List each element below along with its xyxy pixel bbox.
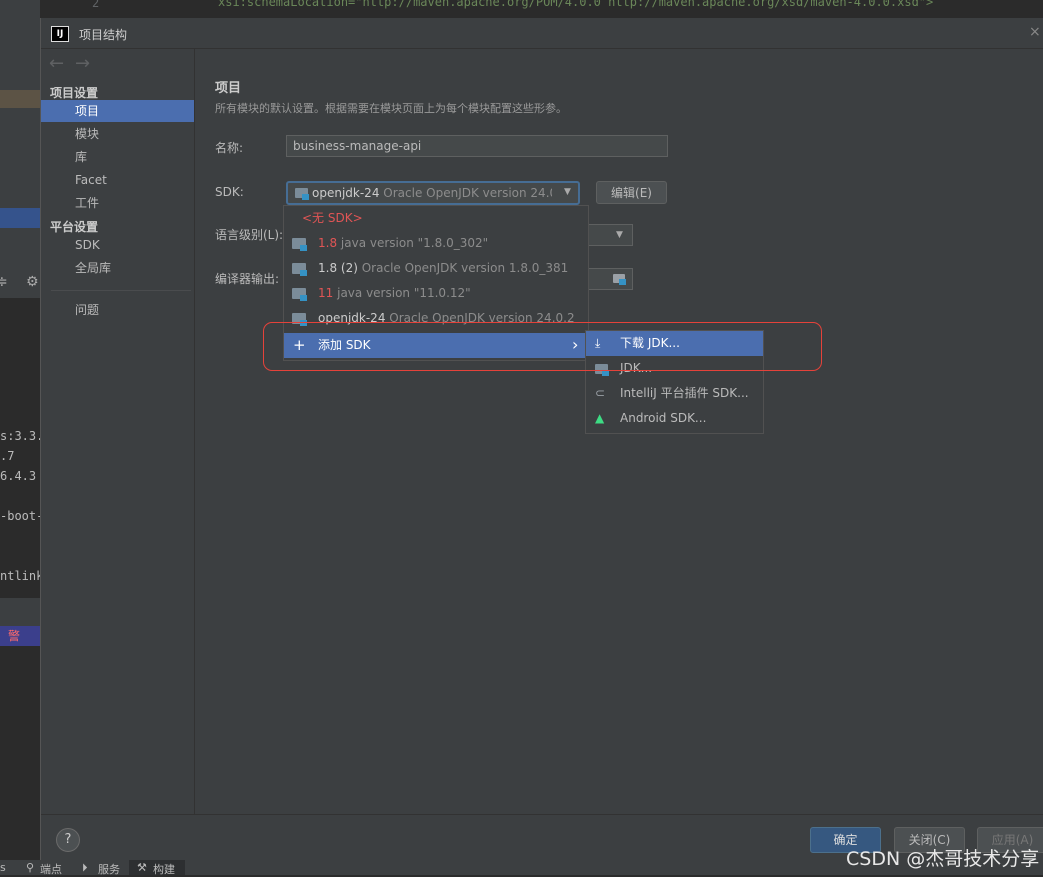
project-settings-header: 项目设置 bbox=[50, 86, 99, 100]
dialog-title: 项目结构 bbox=[79, 28, 128, 42]
sdk-name: openjdk-24 bbox=[312, 186, 380, 200]
help-button[interactable]: ? bbox=[56, 828, 80, 852]
edit-sdk-button[interactable]: 编辑(E) bbox=[596, 181, 667, 204]
sdk-label: SDK: bbox=[215, 185, 244, 199]
forward-arrow-icon[interactable]: → bbox=[75, 53, 90, 74]
watermark-text: CSDN @杰哥技术分享 bbox=[846, 848, 1040, 870]
intellij-app-icon: IJ bbox=[51, 26, 69, 42]
line-number: 2 bbox=[92, 0, 100, 10]
tool-tab-build-active[interactable]: ⚒ 构建 bbox=[129, 860, 185, 876]
folder-icon bbox=[292, 238, 307, 251]
sidebar-item-sdks[interactable]: SDK bbox=[41, 234, 194, 256]
browse-folder-icon[interactable] bbox=[613, 274, 626, 285]
menu-item-label: Android SDK... bbox=[620, 411, 707, 425]
gear-icon[interactable]: ⚙ bbox=[26, 274, 39, 290]
menu-item-label: IntelliJ 平台插件 SDK... bbox=[620, 386, 749, 400]
sdk-name: 11 bbox=[318, 286, 334, 300]
no-sdk-label: <无 SDK> bbox=[302, 211, 363, 225]
compiler-output-label: 编译器输出: bbox=[215, 272, 280, 286]
sidebar-item-label: Facet bbox=[75, 173, 107, 187]
hammer-icon: ⚒ bbox=[137, 861, 147, 874]
language-level-select[interactable]: ▼ bbox=[586, 224, 633, 246]
plugin-icon: ⊂ bbox=[595, 386, 606, 400]
dialog-titlebar: IJ 项目结构 × bbox=[41, 18, 1043, 49]
services-icon: ⏵ bbox=[82, 861, 88, 874]
sidebar-item-modules[interactable]: 模块 bbox=[41, 123, 194, 145]
sidebar-item-global-libraries[interactable]: 全局库 bbox=[41, 257, 194, 279]
list-item-sdk[interactable]: 11 java version "11.0.12" bbox=[284, 281, 588, 306]
endpoints-icon: ⚲ bbox=[26, 861, 35, 874]
sidebar-item-libraries[interactable]: 库 bbox=[41, 146, 194, 168]
sidebar-item-label: 库 bbox=[75, 150, 88, 164]
sdk-name: 1.8 bbox=[318, 236, 338, 250]
sidebar-item-label: 项目 bbox=[75, 104, 100, 118]
chevron-down-icon: ▼ bbox=[564, 187, 571, 197]
list-item-no-sdk[interactable]: <无 SDK> bbox=[284, 206, 588, 231]
page-description: 所有模块的默认设置。根据需要在模块页面上为每个模块配置这些形参。 bbox=[215, 102, 567, 115]
editor-top-line: 2 xsi:schemaLocation="http://maven.apach… bbox=[0, 0, 1043, 20]
name-label: 名称: bbox=[215, 141, 244, 155]
tree-item[interactable]: 6.4.3 bbox=[0, 469, 36, 483]
editor-code-text: xsi:schemaLocation="http://maven.apache.… bbox=[218, 0, 934, 9]
tool-tab[interactable]: s bbox=[0, 861, 6, 874]
sdk-description: java version "1.8.0_302" bbox=[340, 236, 489, 250]
annotation-highlight-box bbox=[263, 322, 822, 371]
warning-label: 警告： bbox=[0, 626, 40, 663]
language-level-label: 语言级别(L): bbox=[215, 228, 284, 242]
page-title: 项目 bbox=[215, 81, 242, 96]
settings-sidebar: ← → 项目设置 项目 模块 库 Facet 工件 平台设置 SDK 全局库 问… bbox=[41, 49, 195, 814]
list-item-sdk[interactable]: 1.8 (2) Oracle OpenJDK version 1.8.0_381 bbox=[284, 256, 588, 281]
sort-icon[interactable]: ≑ bbox=[0, 274, 8, 290]
close-icon[interactable]: × bbox=[1029, 24, 1041, 40]
back-arrow-icon[interactable]: ← bbox=[49, 53, 64, 74]
sdk-select[interactable]: openjdk-24 Oracle OpenJDK version 24.0 ▼ bbox=[286, 181, 580, 205]
sidebar-divider bbox=[51, 290, 191, 291]
platform-settings-header: 平台设置 bbox=[50, 220, 99, 234]
sidebar-item-artifacts[interactable]: 工件 bbox=[41, 192, 194, 214]
tree-item[interactable]: .7 bbox=[0, 449, 14, 463]
compiler-output-field[interactable] bbox=[586, 268, 633, 290]
sdk-name: 1.8 (2) bbox=[318, 261, 358, 275]
sidebar-item-label: 工件 bbox=[75, 196, 100, 210]
android-icon: ▲ bbox=[595, 411, 605, 425]
sdk-select-value: openjdk-24 Oracle OpenJDK version 24.0 bbox=[312, 186, 552, 200]
intellij-plugin-sdk-menu-item[interactable]: ⊂ IntelliJ 平台插件 SDK... bbox=[586, 381, 763, 406]
chevron-down-icon: ▼ bbox=[616, 230, 623, 240]
sdk-description: java version "11.0.12" bbox=[337, 286, 471, 300]
project-tree-background: ≑ ⚙ s:3.3.1 .7 6.4.3 -boot-s ntlinked 警告… bbox=[0, 0, 58, 875]
sidebar-item-project[interactable]: 项目 bbox=[41, 100, 194, 122]
folder-icon bbox=[295, 188, 309, 200]
sidebar-item-label: SDK bbox=[75, 238, 100, 252]
sidebar-item-label: 问题 bbox=[75, 303, 100, 317]
project-name-input[interactable]: business-manage-api bbox=[286, 135, 668, 157]
sidebar-item-problems[interactable]: 问题 bbox=[41, 299, 194, 321]
sdk-description: Oracle OpenJDK version 1.8.0_381 bbox=[361, 261, 569, 275]
sidebar-item-label: 模块 bbox=[75, 127, 100, 141]
folder-icon bbox=[292, 263, 307, 276]
sidebar-item-label: 全局库 bbox=[75, 261, 112, 275]
project-structure-dialog: IJ 项目结构 × ← → 项目设置 项目 模块 库 Facet 工件 平台设置… bbox=[40, 18, 1043, 861]
android-sdk-menu-item[interactable]: ▲ Android SDK... bbox=[586, 406, 763, 431]
sidebar-item-facets[interactable]: Facet bbox=[41, 169, 194, 191]
sdk-description: Oracle OpenJDK version 24.0 bbox=[383, 186, 552, 200]
folder-icon bbox=[292, 288, 307, 301]
list-item-sdk[interactable]: 1.8 java version "1.8.0_302" bbox=[284, 231, 588, 256]
